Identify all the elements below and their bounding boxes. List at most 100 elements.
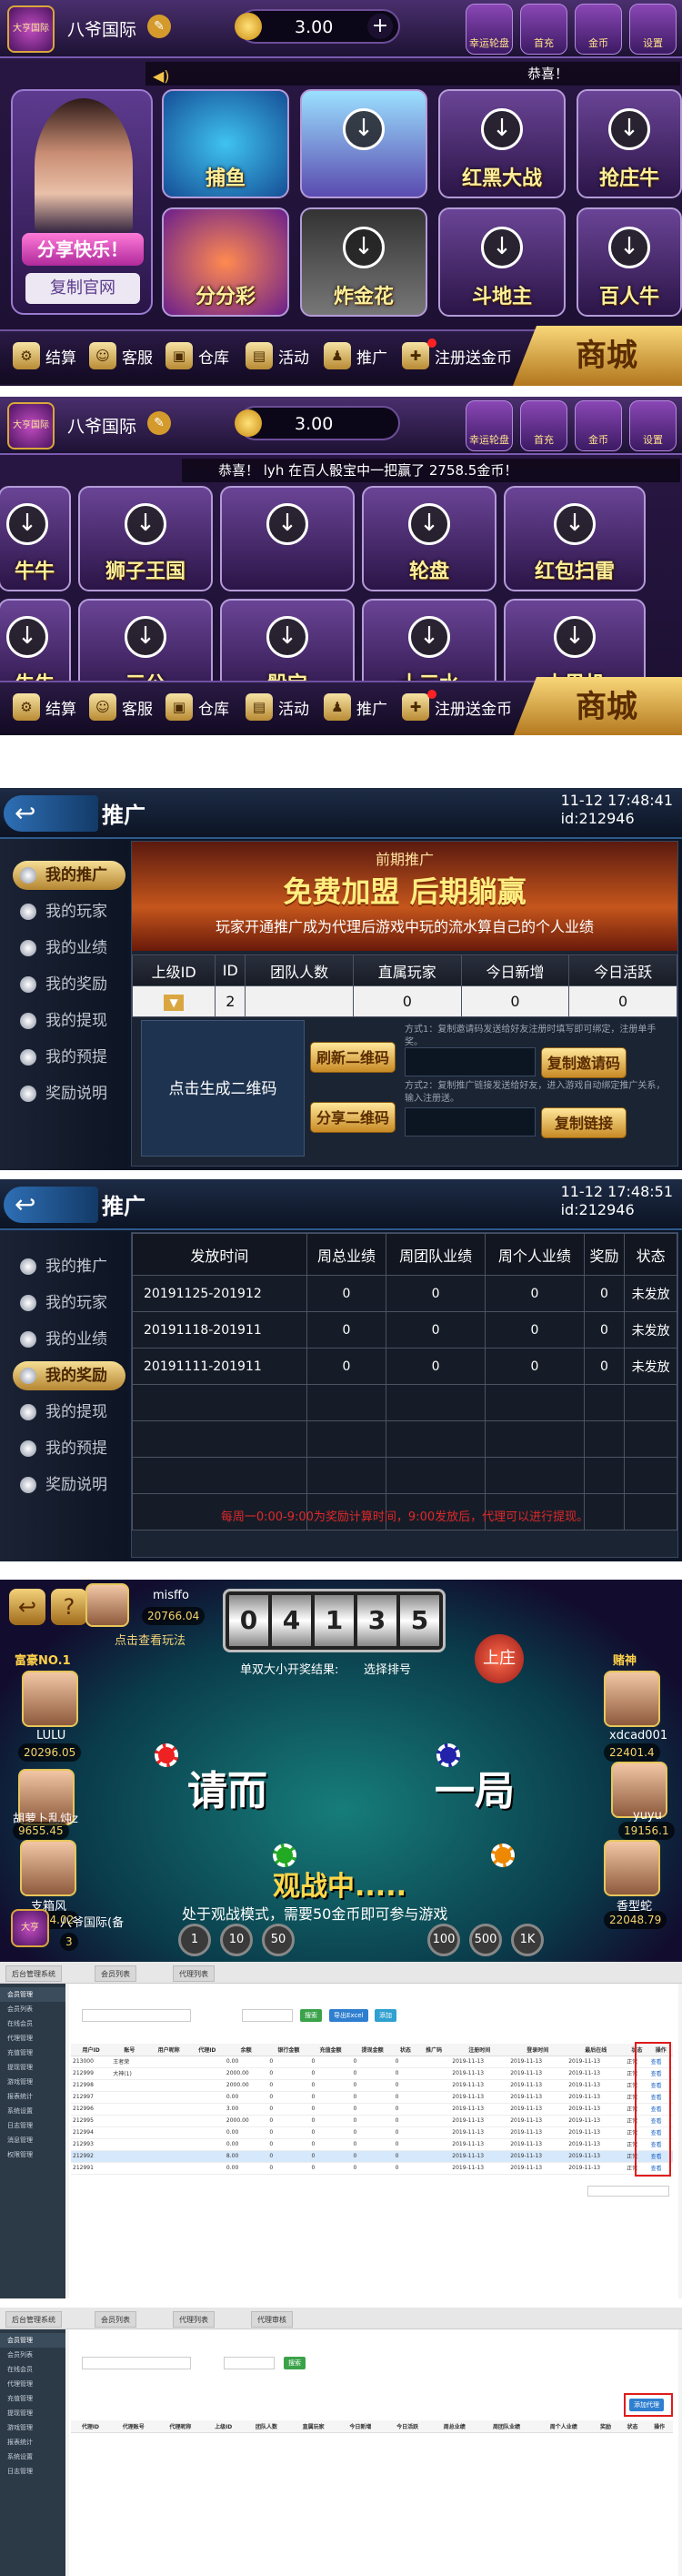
game-tile-fishing[interactable]: 捕鱼 [162, 89, 289, 198]
copy-site-button[interactable]: 复制官网 [25, 273, 140, 304]
browser-tab[interactable]: 后台管理系统 [5, 1965, 62, 1982]
menu-item[interactable]: 代理管理 [0, 2377, 65, 2391]
menu-item[interactable]: 在线会员 [0, 2016, 65, 2031]
gold-icon[interactable]: 金币 [575, 400, 622, 451]
settle-button[interactable]: ⚙ 结算 [13, 693, 76, 721]
download-icon[interactable]: ↓ [554, 503, 596, 546]
menu-item[interactable]: 会员管理 [0, 1987, 65, 2002]
choose-number[interactable]: 选择排号 [364, 1660, 411, 1677]
nav-my-prewithdraw[interactable]: 我的预提 [13, 1043, 125, 1072]
register-gift-button[interactable]: ✚ 注册送金币 [402, 342, 512, 369]
lucky-wheel-icon[interactable]: 幸运轮盘 [466, 4, 513, 55]
edit-name-icon[interactable]: ✎ [147, 411, 171, 435]
download-icon[interactable]: ↓ [608, 226, 650, 268]
register-gift-button[interactable]: ✚ 注册送金币 [402, 693, 512, 721]
filter-select[interactable] [224, 2357, 275, 2369]
download-icon[interactable]: ↓ [408, 616, 450, 659]
chip-50[interactable]: 50 [262, 1924, 295, 1956]
promote-button[interactable]: ♟ 推广 [324, 342, 387, 369]
chip-1k[interactable]: 1K [511, 1924, 544, 1956]
dropdown-icon[interactable]: ▼ [164, 994, 185, 1011]
menu-item[interactable]: 代理管理 [0, 2031, 65, 2046]
download-icon[interactable]: ↓ [343, 226, 385, 268]
browser-tab[interactable]: 代理审核 [251, 2311, 293, 2328]
promote-button[interactable]: ♟ 推广 [324, 693, 387, 721]
nav-my-promotion[interactable]: 我的推广 [13, 1252, 125, 1281]
invite-code-field[interactable] [405, 1047, 536, 1076]
activity-button[interactable]: ▤ 活动 [246, 342, 309, 369]
lucky-wheel-icon[interactable]: 幸运轮盘 [466, 400, 513, 451]
browser-tab[interactable]: 代理列表 [173, 1965, 215, 1982]
first-charge-icon[interactable]: 首充 [520, 4, 567, 55]
game-tile-landlord[interactable]: ↓ 斗地主 [438, 207, 566, 317]
bind-parent-cell[interactable]: ▼ [131, 985, 216, 1017]
search-input[interactable] [82, 2009, 191, 2022]
add-button[interactable]: 添加 [375, 2009, 396, 2022]
copy-link-button[interactable]: 复制链接 [541, 1107, 627, 1138]
pagination[interactable] [587, 2186, 669, 2197]
game-tile-lion-kingdom[interactable]: ↓ 狮子王国 [78, 486, 213, 591]
search-button[interactable]: 搜索 [284, 2357, 306, 2369]
menu-item[interactable]: 会员管理 [0, 2333, 65, 2348]
game-tile-golden-flower[interactable]: ↓ 炸金花 [300, 207, 427, 317]
warehouse-button[interactable]: ▣ 仓库 [165, 693, 229, 721]
nav-my-rewards[interactable]: 我的奖励 [13, 1361, 125, 1390]
nav-my-players[interactable]: 我的玩家 [13, 897, 125, 926]
settle-button[interactable]: ⚙ 结算 [13, 342, 76, 369]
download-icon[interactable]: ↓ [125, 503, 166, 546]
rules-hint[interactable]: 点击查看玩法 [115, 1631, 186, 1648]
nav-my-promotion[interactable]: 我的推广 [13, 861, 125, 890]
menu-item[interactable]: 游戏管理 [0, 2075, 65, 2089]
back-button[interactable]: ↩ [4, 1187, 98, 1223]
nav-my-withdraw[interactable]: 我的提现 [13, 1006, 125, 1035]
menu-item[interactable]: 充值管理 [0, 2046, 65, 2060]
menu-item[interactable]: 日志管理 [0, 2464, 65, 2479]
nav-reward-info[interactable]: 奖励说明 [13, 1470, 125, 1500]
menu-item[interactable]: 报表统计 [0, 2089, 65, 2104]
nav-my-rewards[interactable]: 我的奖励 [13, 970, 125, 999]
back-button[interactable]: ↩ [4, 795, 98, 832]
menu-item[interactable]: 会员列表 [0, 2002, 65, 2016]
browser-tab[interactable]: 会员列表 [95, 2311, 136, 2328]
add-coins-button[interactable]: + [367, 14, 393, 39]
download-icon[interactable]: ↓ [554, 616, 596, 659]
chip-1[interactable]: 1 [178, 1924, 211, 1956]
shop-button[interactable]: 商城 [513, 677, 682, 735]
download-icon[interactable]: ↓ [266, 616, 308, 659]
menu-item[interactable]: 充值管理 [0, 2391, 65, 2406]
browser-tab[interactable]: 会员列表 [95, 1965, 136, 1982]
search-button[interactable]: 搜索 [300, 2009, 322, 2022]
nav-my-prewithdraw[interactable]: 我的预提 [13, 1434, 125, 1463]
back-button[interactable]: ↩ [9, 1589, 45, 1625]
search-input[interactable] [82, 2357, 191, 2369]
promo-link-field[interactable] [405, 1107, 536, 1136]
game-tile-locked[interactable]: ↓ [300, 89, 427, 198]
chip-100[interactable]: 100 [427, 1924, 460, 1956]
service-button[interactable]: ☺ 客服 [89, 693, 153, 721]
game-tile-hundred-bull[interactable]: ↓ 百人牛 [577, 207, 682, 317]
gold-icon[interactable]: 金币 [575, 4, 622, 55]
nav-reward-info[interactable]: 奖励说明 [13, 1079, 125, 1108]
settings-icon[interactable]: 设置 [629, 4, 677, 55]
download-icon[interactable]: ↓ [6, 503, 48, 546]
download-icon[interactable]: ↓ [481, 107, 523, 150]
download-icon[interactable]: ↓ [266, 503, 308, 546]
copy-invite-code-button[interactable]: 复制邀请码 [541, 1047, 627, 1078]
settings-icon[interactable]: 设置 [629, 400, 677, 451]
menu-item[interactable]: 会员列表 [0, 2348, 65, 2362]
download-icon[interactable]: ↓ [6, 616, 48, 659]
chip-500[interactable]: 500 [469, 1924, 502, 1956]
menu-item[interactable]: 系统设置 [0, 2450, 65, 2464]
browser-tab[interactable]: 代理列表 [173, 2311, 215, 2328]
game-tile-grab-banker[interactable]: ↓ 抢庄牛 [577, 89, 682, 198]
warehouse-button[interactable]: ▣ 仓库 [165, 342, 229, 369]
refresh-qr-button[interactable]: 刷新二维码 [310, 1042, 396, 1073]
menu-item[interactable]: 游戏管理 [0, 2420, 65, 2435]
menu-item[interactable]: 提现管理 [0, 2406, 65, 2420]
nav-my-players[interactable]: 我的玩家 [13, 1288, 125, 1318]
menu-item[interactable]: 系统设置 [0, 2104, 65, 2118]
share-qr-button[interactable]: 分享二维码 [310, 1102, 396, 1133]
menu-item[interactable]: 报表统计 [0, 2435, 65, 2450]
menu-item[interactable]: 日志管理 [0, 2118, 65, 2133]
game-tile-red-packet[interactable]: ↓ 红包扫雷 [504, 486, 646, 591]
